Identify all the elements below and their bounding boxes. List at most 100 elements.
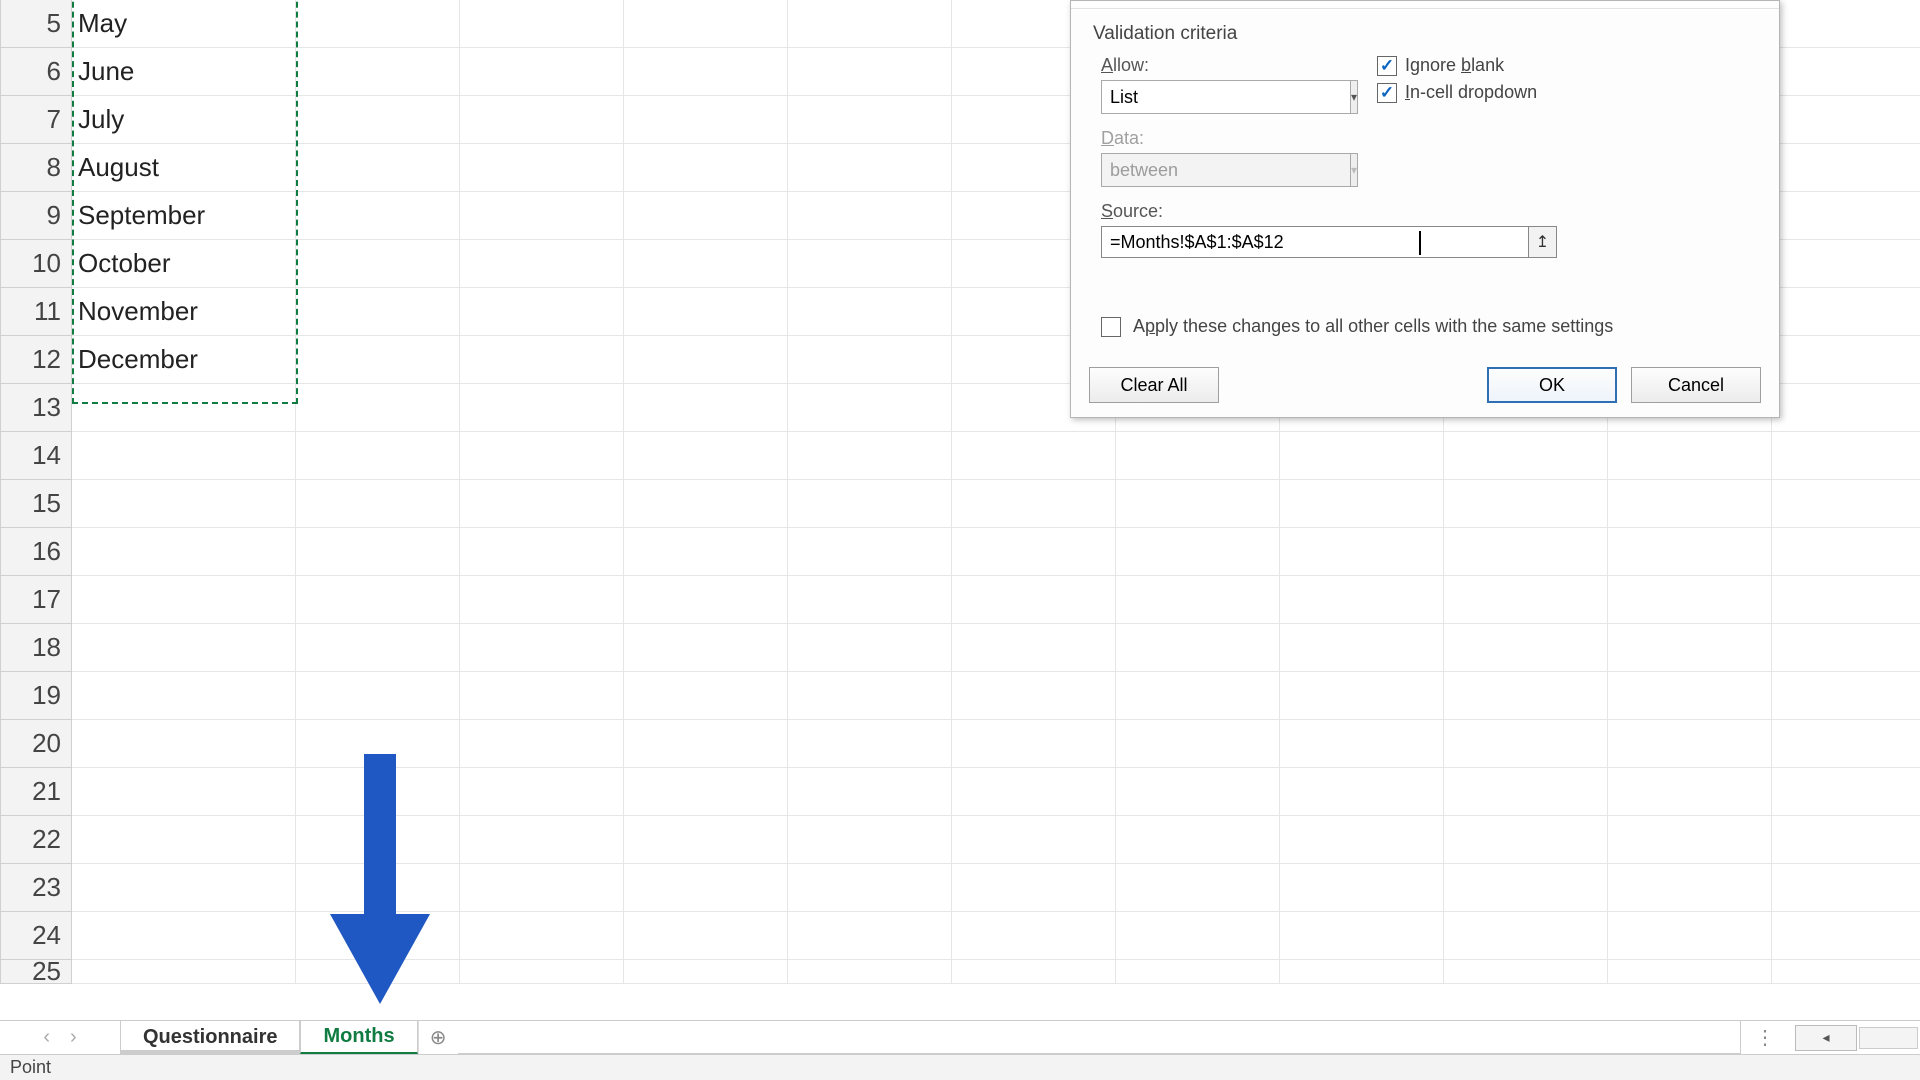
cell[interactable] [1608,672,1772,720]
cell[interactable] [296,48,460,96]
cell[interactable] [1444,432,1608,480]
tab-nav-arrows[interactable]: ‹ › [0,1021,120,1054]
cell[interactable] [788,144,952,192]
cell[interactable] [72,672,296,720]
chevron-right-icon[interactable]: › [70,1026,77,1049]
cell[interactable] [296,480,460,528]
cell[interactable] [1608,432,1772,480]
cell[interactable] [1608,960,1772,984]
cell[interactable] [952,432,1116,480]
cell[interactable] [1772,768,1920,816]
cell[interactable] [1772,864,1920,912]
cell[interactable]: November [72,288,296,336]
cell[interactable] [952,816,1116,864]
cell[interactable] [952,480,1116,528]
cell[interactable] [624,288,788,336]
cell[interactable] [296,624,460,672]
incell-dropdown-checkbox[interactable] [1377,83,1397,103]
cell[interactable] [1280,864,1444,912]
cancel-button[interactable]: Cancel [1631,367,1761,403]
cell[interactable] [952,624,1116,672]
source-input[interactable] [1101,226,1529,258]
row-header[interactable]: 5 [0,0,72,48]
cell[interactable] [788,192,952,240]
cell[interactable] [296,0,460,48]
cell[interactable] [460,96,624,144]
cell[interactable]: August [72,144,296,192]
cell[interactable] [952,960,1116,984]
cell[interactable] [1608,720,1772,768]
cell[interactable] [952,720,1116,768]
cell[interactable] [460,48,624,96]
cell[interactable] [1608,624,1772,672]
cell[interactable] [952,528,1116,576]
cell[interactable] [624,720,788,768]
cell[interactable] [624,528,788,576]
cell[interactable] [1772,912,1920,960]
cell[interactable] [952,576,1116,624]
cell[interactable] [1280,576,1444,624]
cell[interactable] [296,192,460,240]
cell[interactable] [788,336,952,384]
new-sheet-button[interactable]: ⊕ [418,1021,458,1054]
cell[interactable] [460,336,624,384]
cell[interactable] [1772,816,1920,864]
cell[interactable] [624,912,788,960]
cell[interactable]: July [72,96,296,144]
cell[interactable] [624,0,788,48]
row-header[interactable]: 21 [0,768,72,816]
cell[interactable] [1116,960,1280,984]
row-header[interactable]: 22 [0,816,72,864]
cell[interactable] [1772,48,1920,96]
cell[interactable] [788,240,952,288]
chevron-down-icon[interactable]: ▾ [1350,80,1358,114]
cell[interactable] [788,0,952,48]
cell[interactable] [788,960,952,984]
cell[interactable] [296,720,460,768]
cell[interactable] [460,912,624,960]
row-header[interactable]: 19 [0,672,72,720]
cell[interactable] [460,960,624,984]
cell[interactable] [72,864,296,912]
cell[interactable] [296,528,460,576]
cell[interactable] [72,768,296,816]
cell[interactable] [1772,0,1920,48]
cell[interactable] [460,768,624,816]
cell[interactable] [624,336,788,384]
cell[interactable] [952,864,1116,912]
row-header[interactable]: 9 [0,192,72,240]
cell[interactable] [624,768,788,816]
allow-value[interactable] [1101,80,1350,114]
row-header[interactable]: 8 [0,144,72,192]
cell[interactable] [460,240,624,288]
row-header[interactable]: 12 [0,336,72,384]
cell[interactable] [624,432,788,480]
cell[interactable] [1608,912,1772,960]
cell[interactable] [788,816,952,864]
scroll-left-button[interactable]: ◂ [1795,1025,1857,1051]
cell[interactable] [624,960,788,984]
cell[interactable] [296,816,460,864]
cell[interactable] [1444,768,1608,816]
cell[interactable] [460,864,624,912]
cell[interactable] [1608,528,1772,576]
cell[interactable] [788,768,952,816]
cell[interactable] [1444,624,1608,672]
row-header[interactable]: 25 [0,960,72,984]
cell[interactable] [1772,624,1920,672]
cell[interactable] [1444,864,1608,912]
row-header[interactable]: 17 [0,576,72,624]
cell[interactable] [624,480,788,528]
cell[interactable] [1444,720,1608,768]
cell[interactable] [788,432,952,480]
cell[interactable] [624,624,788,672]
cell[interactable] [1444,576,1608,624]
ignore-blank-checkbox[interactable] [1377,56,1397,76]
cell[interactable] [788,48,952,96]
cell[interactable] [1772,480,1920,528]
cell[interactable] [72,432,296,480]
cell[interactable] [1772,672,1920,720]
cell[interactable] [72,576,296,624]
cell[interactable] [296,144,460,192]
cell[interactable] [1772,720,1920,768]
